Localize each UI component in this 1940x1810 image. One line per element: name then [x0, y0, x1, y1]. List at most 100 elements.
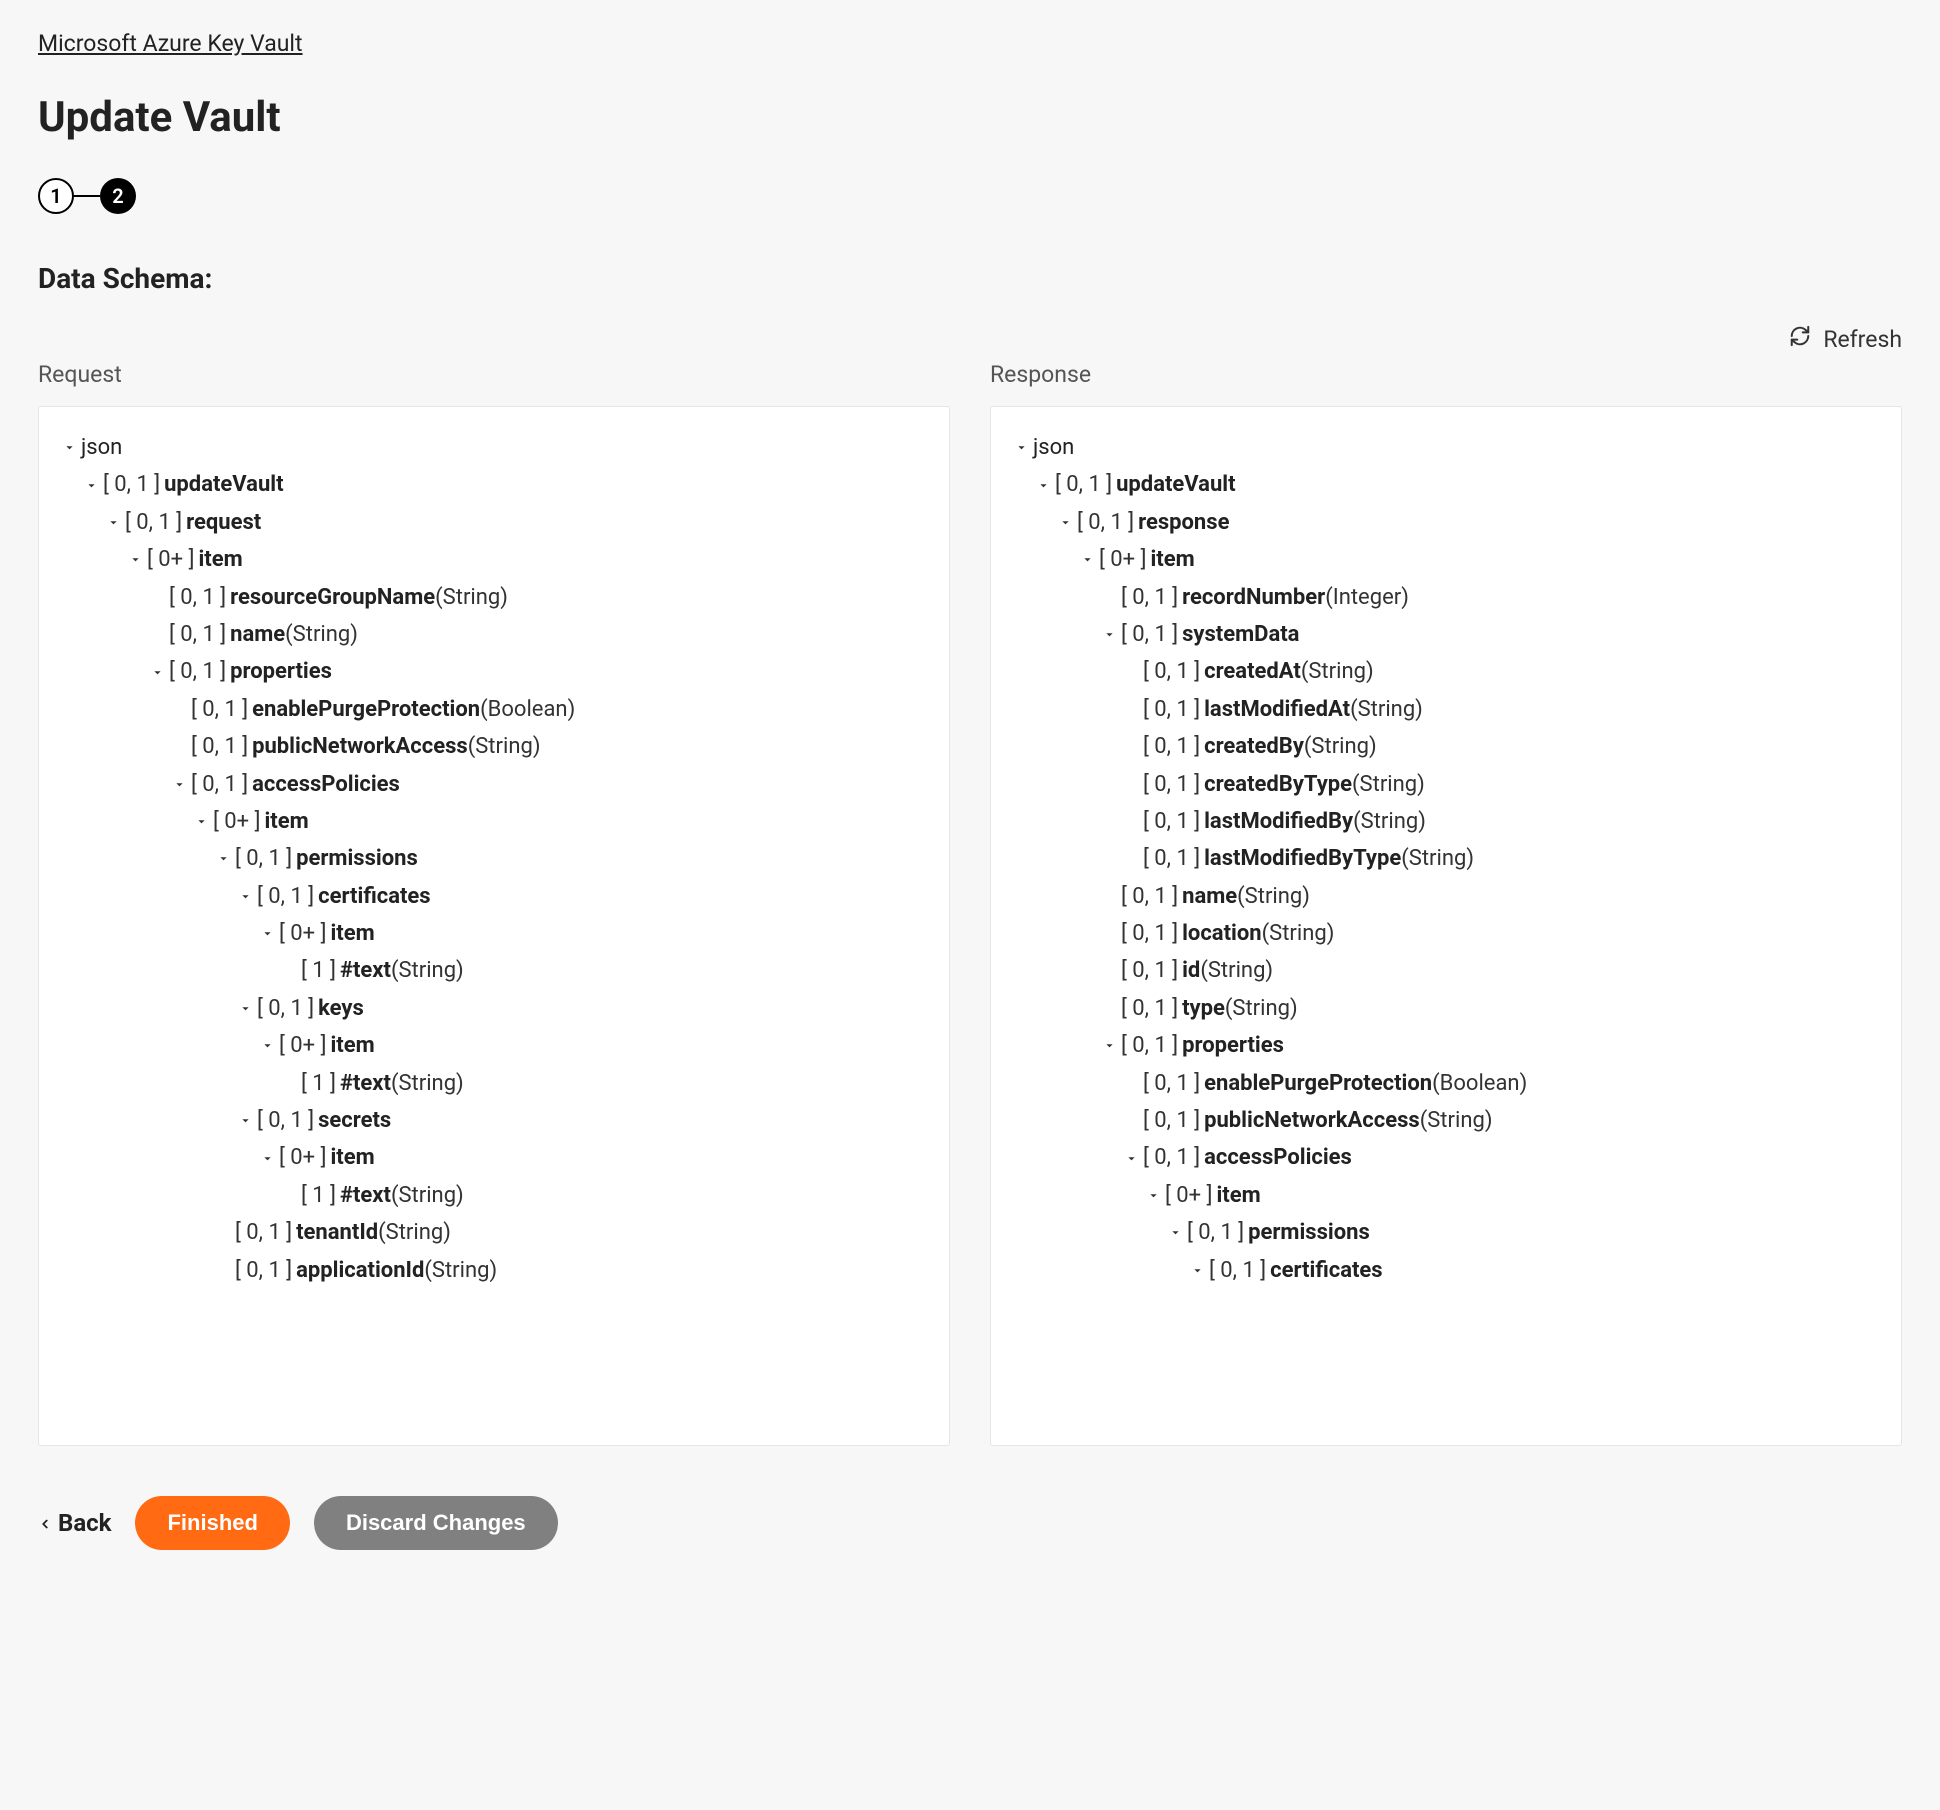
chevron-down-icon[interactable]: [79, 478, 103, 493]
tree-node[interactable]: [ 0, 1 ] type(String): [1009, 990, 1875, 1027]
tree-node[interactable]: [ 0, 1 ] secrets: [57, 1102, 923, 1139]
chevron-down-icon[interactable]: [123, 552, 147, 567]
tree-node[interactable]: [ 0, 1 ] enablePurgeProtection(Boolean): [1009, 1065, 1875, 1102]
cardinality: [ 0, 1 ]: [1209, 1252, 1266, 1289]
tree-node[interactable]: [ 0, 1 ] permissions: [57, 840, 923, 877]
chevron-down-icon[interactable]: [255, 926, 279, 941]
refresh-icon: [1789, 325, 1811, 353]
tree-node[interactable]: [ 0, 1 ] publicNetworkAccess(String): [1009, 1102, 1875, 1139]
tree-node[interactable]: json: [57, 429, 923, 466]
tree-node[interactable]: [ 0, 1 ] name(String): [57, 616, 923, 653]
node-type: (String): [378, 1214, 451, 1251]
node-name: permissions: [1248, 1214, 1370, 1251]
chevron-down-icon[interactable]: [189, 814, 213, 829]
tree-node[interactable]: [ 0, 1 ] response: [1009, 504, 1875, 541]
chevron-down-icon[interactable]: [233, 1001, 257, 1016]
response-column: Response json[ 0, 1 ] updateVault[ 0, 1 …: [990, 361, 1902, 1446]
chevron-down-icon[interactable]: [101, 515, 125, 530]
tree-node[interactable]: [ 0, 1 ] resourceGroupName(String): [57, 579, 923, 616]
chevron-down-icon[interactable]: [1097, 627, 1121, 642]
tree-node[interactable]: [ 0, 1 ] systemData: [1009, 616, 1875, 653]
tree-node[interactable]: [ 0, 1 ] properties: [57, 653, 923, 690]
tree-node[interactable]: [ 0, 1 ] tenantId(String): [57, 1214, 923, 1251]
chevron-down-icon[interactable]: [211, 851, 235, 866]
step-1[interactable]: 1: [38, 178, 74, 214]
tree-node[interactable]: [ 0, 1 ] permissions: [1009, 1214, 1875, 1251]
cardinality: [ 0, 1 ]: [1077, 504, 1134, 541]
chevron-down-icon[interactable]: [145, 665, 169, 680]
tree-node[interactable]: [ 1 ] #text(String): [57, 1065, 923, 1102]
node-name: lastModifiedByType: [1204, 840, 1401, 877]
tree-node[interactable]: [ 0, 1 ] publicNetworkAccess(String): [57, 728, 923, 765]
tree-node[interactable]: [ 0, 1 ] lastModifiedBy(String): [1009, 803, 1875, 840]
tree-node[interactable]: [ 0+ ] item: [1009, 1177, 1875, 1214]
chevron-down-icon[interactable]: [1097, 1038, 1121, 1053]
refresh-button[interactable]: Refresh: [38, 325, 1902, 353]
chevron-down-icon[interactable]: [1119, 1151, 1143, 1166]
tree-node[interactable]: [ 0, 1 ] updateVault: [1009, 466, 1875, 503]
chevron-down-icon[interactable]: [1185, 1263, 1209, 1278]
tree-node[interactable]: [ 0, 1 ] accessPolicies: [57, 766, 923, 803]
tree-node[interactable]: [ 0, 1 ] location(String): [1009, 915, 1875, 952]
chevron-left-icon: [38, 1509, 52, 1537]
tree-node[interactable]: [ 0, 1 ] name(String): [1009, 878, 1875, 915]
tree-node[interactable]: [ 0+ ] item: [57, 915, 923, 952]
tree-node[interactable]: [ 0+ ] item: [57, 1027, 923, 1064]
tree-node[interactable]: [ 0, 1 ] lastModifiedByType(String): [1009, 840, 1875, 877]
chevron-down-icon[interactable]: [1075, 552, 1099, 567]
tree-node[interactable]: [ 0+ ] item: [57, 803, 923, 840]
step-2[interactable]: 2: [100, 178, 136, 214]
chevron-down-icon[interactable]: [1163, 1225, 1187, 1240]
chevron-down-icon[interactable]: [233, 1113, 257, 1128]
discard-button[interactable]: Discard Changes: [314, 1496, 558, 1550]
node-name: properties: [1182, 1027, 1284, 1064]
node-name: applicationId: [296, 1252, 424, 1289]
tree-node[interactable]: [ 0, 1 ] createdByType(String): [1009, 766, 1875, 803]
node-name: tenantId: [296, 1214, 378, 1251]
tree-node[interactable]: [ 0, 1 ] lastModifiedAt(String): [1009, 691, 1875, 728]
tree-node[interactable]: json: [1009, 429, 1875, 466]
tree-node[interactable]: [ 0, 1 ] createdBy(String): [1009, 728, 1875, 765]
chevron-down-icon[interactable]: [1031, 478, 1055, 493]
chevron-down-icon[interactable]: [255, 1038, 279, 1053]
cardinality: [ 0, 1 ]: [1143, 1102, 1200, 1139]
tree-node[interactable]: [ 1 ] #text(String): [57, 952, 923, 989]
tree-node[interactable]: [ 0, 1 ] createdAt(String): [1009, 653, 1875, 690]
node-name: updateVault: [1116, 466, 1235, 503]
tree-node[interactable]: [ 0, 1 ] certificates: [1009, 1252, 1875, 1289]
tree-node[interactable]: [ 0, 1 ] request: [57, 504, 923, 541]
tree-node[interactable]: [ 0, 1 ] accessPolicies: [1009, 1139, 1875, 1176]
tree-node[interactable]: [ 0, 1 ] applicationId(String): [57, 1252, 923, 1289]
tree-node[interactable]: [ 0, 1 ] enablePurgeProtection(Boolean): [57, 691, 923, 728]
request-panel: json[ 0, 1 ] updateVault[ 0, 1 ] request…: [38, 406, 950, 1446]
cardinality: [ 0+ ]: [279, 915, 326, 952]
chevron-down-icon[interactable]: [1053, 515, 1077, 530]
breadcrumb-link[interactable]: Microsoft Azure Key Vault: [38, 30, 303, 57]
tree-node[interactable]: [ 0+ ] item: [1009, 541, 1875, 578]
tree-node[interactable]: [ 0, 1 ] id(String): [1009, 952, 1875, 989]
tree-node[interactable]: [ 0, 1 ] properties: [1009, 1027, 1875, 1064]
node-name: certificates: [318, 878, 430, 915]
chevron-down-icon[interactable]: [233, 889, 257, 904]
tree-node[interactable]: [ 0+ ] item: [57, 541, 923, 578]
cardinality: [ 0+ ]: [1099, 541, 1146, 578]
tree-node[interactable]: [ 0, 1 ] recordNumber(Integer): [1009, 579, 1875, 616]
tree-node[interactable]: [ 1 ] #text(String): [57, 1177, 923, 1214]
cardinality: [ 0, 1 ]: [191, 728, 248, 765]
cardinality: [ 0, 1 ]: [1143, 766, 1200, 803]
tree-node[interactable]: [ 0, 1 ] certificates: [57, 878, 923, 915]
chevron-down-icon[interactable]: [1141, 1188, 1165, 1203]
chevron-down-icon[interactable]: [255, 1151, 279, 1166]
chevron-down-icon[interactable]: [1009, 440, 1033, 455]
tree-node[interactable]: [ 0+ ] item: [57, 1139, 923, 1176]
chevron-down-icon[interactable]: [167, 777, 191, 792]
back-button[interactable]: Back: [38, 1509, 111, 1537]
finished-button[interactable]: Finished: [135, 1496, 289, 1550]
node-type: (String): [1350, 691, 1423, 728]
chevron-down-icon[interactable]: [57, 440, 81, 455]
tree-node[interactable]: [ 0, 1 ] keys: [57, 990, 923, 1027]
node-type: (String): [1304, 728, 1377, 765]
tree-node[interactable]: [ 0, 1 ] updateVault: [57, 466, 923, 503]
cardinality: [ 0, 1 ]: [1143, 653, 1200, 690]
cardinality: [ 0, 1 ]: [1143, 1065, 1200, 1102]
